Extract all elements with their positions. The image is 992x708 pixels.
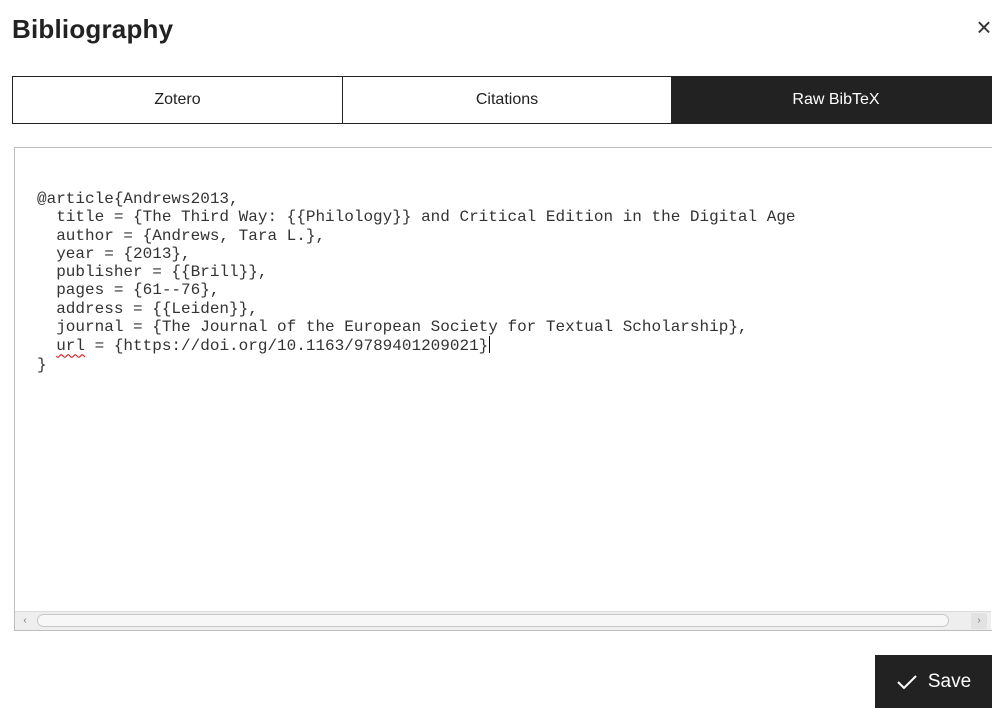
tab-citations[interactable]: Citations xyxy=(342,77,671,123)
misspelled-url-key: url xyxy=(56,337,86,356)
scroll-left-icon[interactable]: ‹ xyxy=(17,613,33,629)
dialog-title: Bibliography xyxy=(12,14,174,44)
check-icon xyxy=(897,674,917,689)
bibtex-textarea[interactable]: @article{Andrews2013, title = {The Third… xyxy=(14,147,992,631)
code-line: @article{Andrews2013, xyxy=(37,190,239,208)
tab-raw-bibtex[interactable]: Raw BibTeX xyxy=(671,77,992,123)
code-line: pages = {61--76}, xyxy=(37,281,220,300)
bibliography-dialog: Bibliography × Zotero Citations Raw BibT… xyxy=(0,0,992,708)
close-icon[interactable]: × xyxy=(974,12,992,42)
bibliography-tabs: Zotero Citations Raw BibTeX xyxy=(12,76,992,124)
code-line: year = {2013}, xyxy=(37,244,191,263)
scroll-right-icon[interactable]: › xyxy=(971,613,987,629)
code-line: } xyxy=(37,355,47,374)
horizontal-scrollbar[interactable]: ‹ › xyxy=(15,611,991,630)
code-line: title = {The Third Way: {{Philology}} an… xyxy=(37,208,796,227)
save-button[interactable]: Save xyxy=(875,655,992,708)
url-value: = {https://doi.org/10.1163/9789401209021… xyxy=(85,337,489,356)
code-line: publisher = {{Brill}}, xyxy=(37,263,268,282)
url-indent xyxy=(37,337,56,355)
code-line: author = {Andrews, Tara L.}, xyxy=(37,226,326,245)
text-caret xyxy=(489,336,491,354)
bibtex-code[interactable]: @article{Andrews2013, title = {The Third… xyxy=(37,190,796,374)
code-line: address = {{Leiden}}, xyxy=(37,299,258,318)
save-label: Save xyxy=(927,670,972,692)
code-line: journal = {The Journal of the European S… xyxy=(37,318,748,337)
code-line-url: url = {https://doi.org/10.1163/978940120… xyxy=(37,336,491,356)
scrollbar-thumb[interactable] xyxy=(37,614,949,627)
tab-zotero[interactable]: Zotero xyxy=(13,77,342,123)
